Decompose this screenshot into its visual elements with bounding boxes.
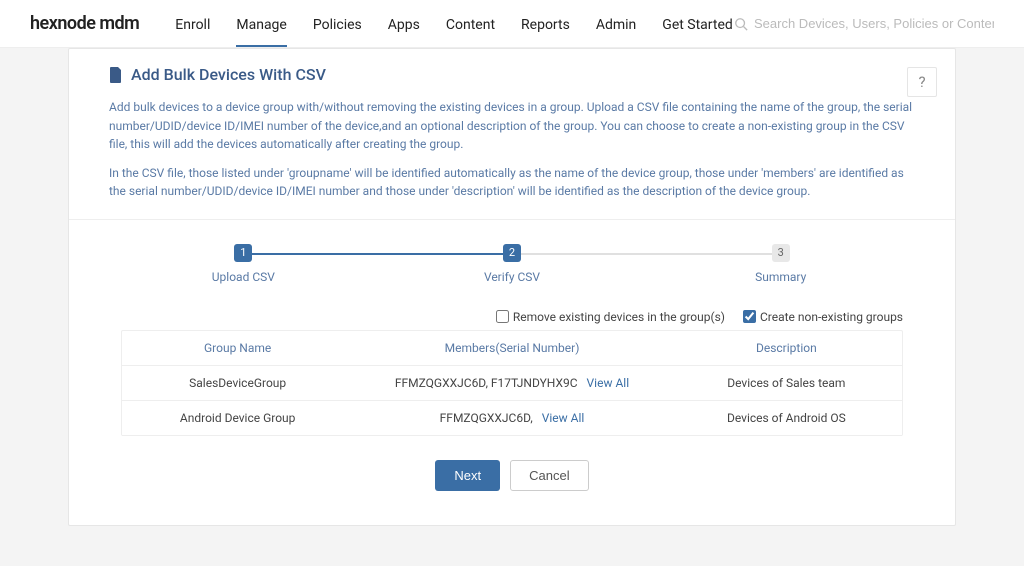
- nav-enroll[interactable]: Enroll: [175, 3, 210, 45]
- search-icon: [734, 17, 748, 31]
- step-upload-csv[interactable]: 1 Upload CSV: [109, 244, 378, 284]
- remove-existing-checkbox[interactable]: Remove existing devices in the group(s): [496, 310, 725, 324]
- help-button[interactable]: ?: [907, 67, 937, 97]
- brand-logo: hexnode mdm: [30, 13, 139, 34]
- action-buttons: Next Cancel: [109, 452, 915, 519]
- description-1: Add bulk devices to a device group with/…: [109, 98, 915, 154]
- card-header: Add Bulk Devices With CSV ? Add bulk dev…: [69, 49, 955, 219]
- step-number: 2: [503, 244, 521, 262]
- col-members: Members(Serial Number): [353, 331, 670, 365]
- search-input[interactable]: [754, 16, 994, 31]
- nav-policies[interactable]: Policies: [313, 3, 362, 45]
- table-row: SalesDeviceGroup FFMZQGXXJC6D, F17TJNDYH…: [122, 366, 902, 401]
- step-label: Verify CSV: [378, 270, 647, 284]
- col-description: Description: [671, 331, 902, 365]
- top-nav: Enroll Manage Policies Apps Content Repo…: [175, 3, 734, 45]
- create-nonexisting-checkbox[interactable]: Create non-existing groups: [743, 310, 903, 324]
- cell-members: FFMZQGXXJC6D, F17TJNDYHX9C View All: [353, 366, 670, 400]
- remove-existing-label: Remove existing devices in the group(s): [513, 310, 725, 324]
- nav-content[interactable]: Content: [446, 3, 495, 45]
- step-summary[interactable]: 3 Summary: [646, 244, 915, 284]
- step-label: Upload CSV: [109, 270, 378, 284]
- view-all-link[interactable]: View All: [587, 376, 630, 390]
- table-row: Android Device Group FFMZQGXXJC6D, View …: [122, 401, 902, 436]
- table-header: Group Name Members(Serial Number) Descri…: [122, 331, 902, 366]
- page-title: Add Bulk Devices With CSV: [131, 65, 326, 84]
- step-label: Summary: [646, 270, 915, 284]
- document-icon: [109, 67, 123, 83]
- step-number: 3: [772, 244, 790, 262]
- create-nonexisting-label: Create non-existing groups: [760, 310, 903, 324]
- cell-description: Devices of Android OS: [671, 401, 902, 435]
- topbar: hexnode mdm Enroll Manage Policies Apps …: [0, 0, 1024, 48]
- search-box[interactable]: [734, 16, 994, 31]
- nav-get-started[interactable]: Get Started: [662, 3, 733, 45]
- groups-table: Group Name Members(Serial Number) Descri…: [121, 330, 903, 436]
- description-2: In the CSV file, those listed under 'gro…: [109, 164, 915, 201]
- view-all-link[interactable]: View All: [542, 411, 585, 425]
- nav-reports[interactable]: Reports: [521, 3, 570, 45]
- cell-group-name: Android Device Group: [122, 401, 353, 435]
- main-card: Add Bulk Devices With CSV ? Add bulk dev…: [68, 48, 956, 526]
- create-nonexisting-input[interactable]: [743, 310, 756, 323]
- cell-group-name: SalesDeviceGroup: [122, 366, 353, 400]
- col-group-name: Group Name: [122, 331, 353, 365]
- step-number: 1: [234, 244, 252, 262]
- nav-admin[interactable]: Admin: [596, 3, 636, 45]
- remove-existing-input[interactable]: [496, 310, 509, 323]
- next-button[interactable]: Next: [435, 460, 500, 491]
- nav-manage[interactable]: Manage: [236, 3, 286, 45]
- cell-members: FFMZQGXXJC6D, View All: [353, 401, 670, 435]
- cell-description: Devices of Sales team: [671, 366, 902, 400]
- nav-apps[interactable]: Apps: [388, 3, 420, 45]
- cancel-button[interactable]: Cancel: [510, 460, 588, 491]
- wizard-steps: 1 Upload CSV 2 Verify CSV 3 Summary Remo…: [69, 219, 955, 525]
- options-row: Remove existing devices in the group(s) …: [121, 310, 903, 324]
- step-verify-csv[interactable]: 2 Verify CSV: [378, 244, 647, 284]
